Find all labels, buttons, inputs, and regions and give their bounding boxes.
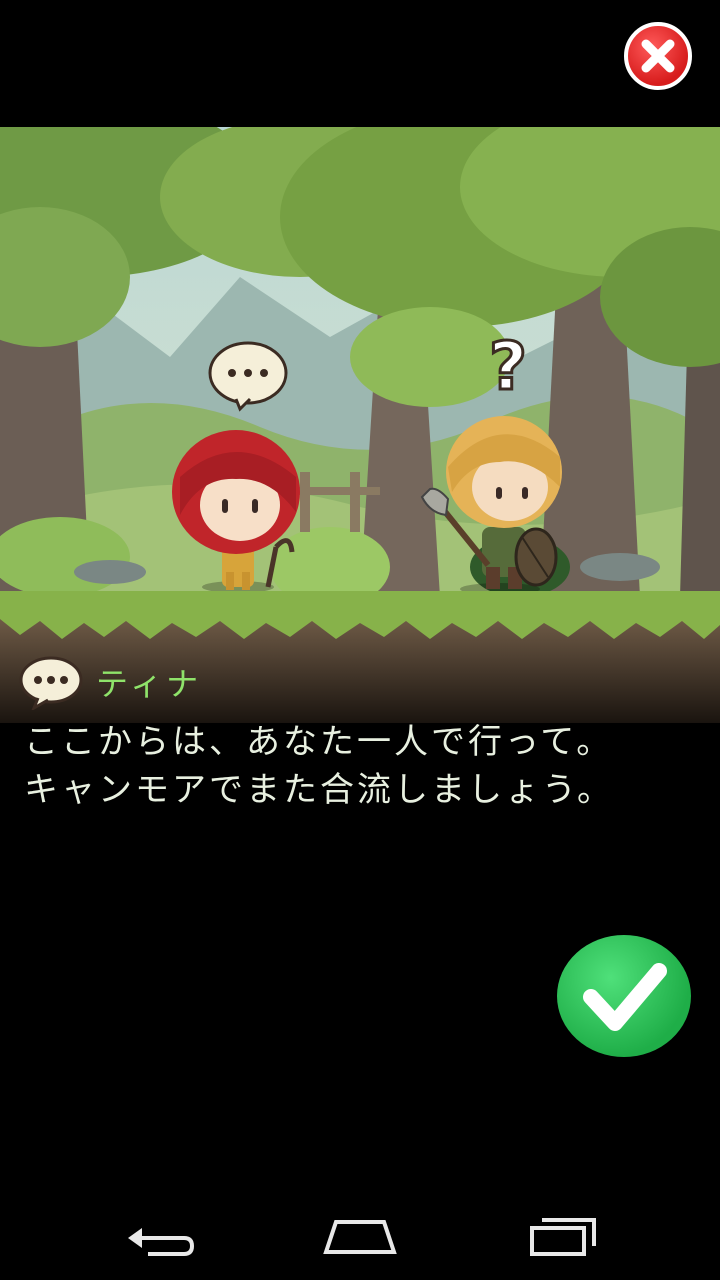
speech-bubble-icon [19,656,83,710]
recents-button[interactable] [522,1210,602,1260]
back-arrow-icon [128,1228,195,1256]
dialogue-line: キャンモアでまた合流しましょう。 [24,770,614,810]
game-scene: ? [0,127,720,723]
home-icon [323,1220,397,1254]
dialogue-text: ここからは、あなた一人で行って。 キャンモアでまた合流しましょう。 [24,718,704,814]
close-x-icon [641,39,675,73]
svg-text:?: ? [489,328,527,405]
back-button[interactable] [120,1210,200,1260]
dialogue-line: ここからは、あなた一人で行って。 [24,722,614,762]
boy-question-bubble: ? [487,327,528,407]
recents-icon [530,1218,596,1256]
speaker-row: ティナ [18,652,202,712]
navigation-bar [0,1190,720,1280]
close-button[interactable] [624,22,692,90]
checkmark-icon [583,963,667,1031]
speaker-name: ティナ [96,665,203,703]
confirm-button[interactable] [557,935,691,1057]
home-button[interactable] [320,1210,400,1260]
